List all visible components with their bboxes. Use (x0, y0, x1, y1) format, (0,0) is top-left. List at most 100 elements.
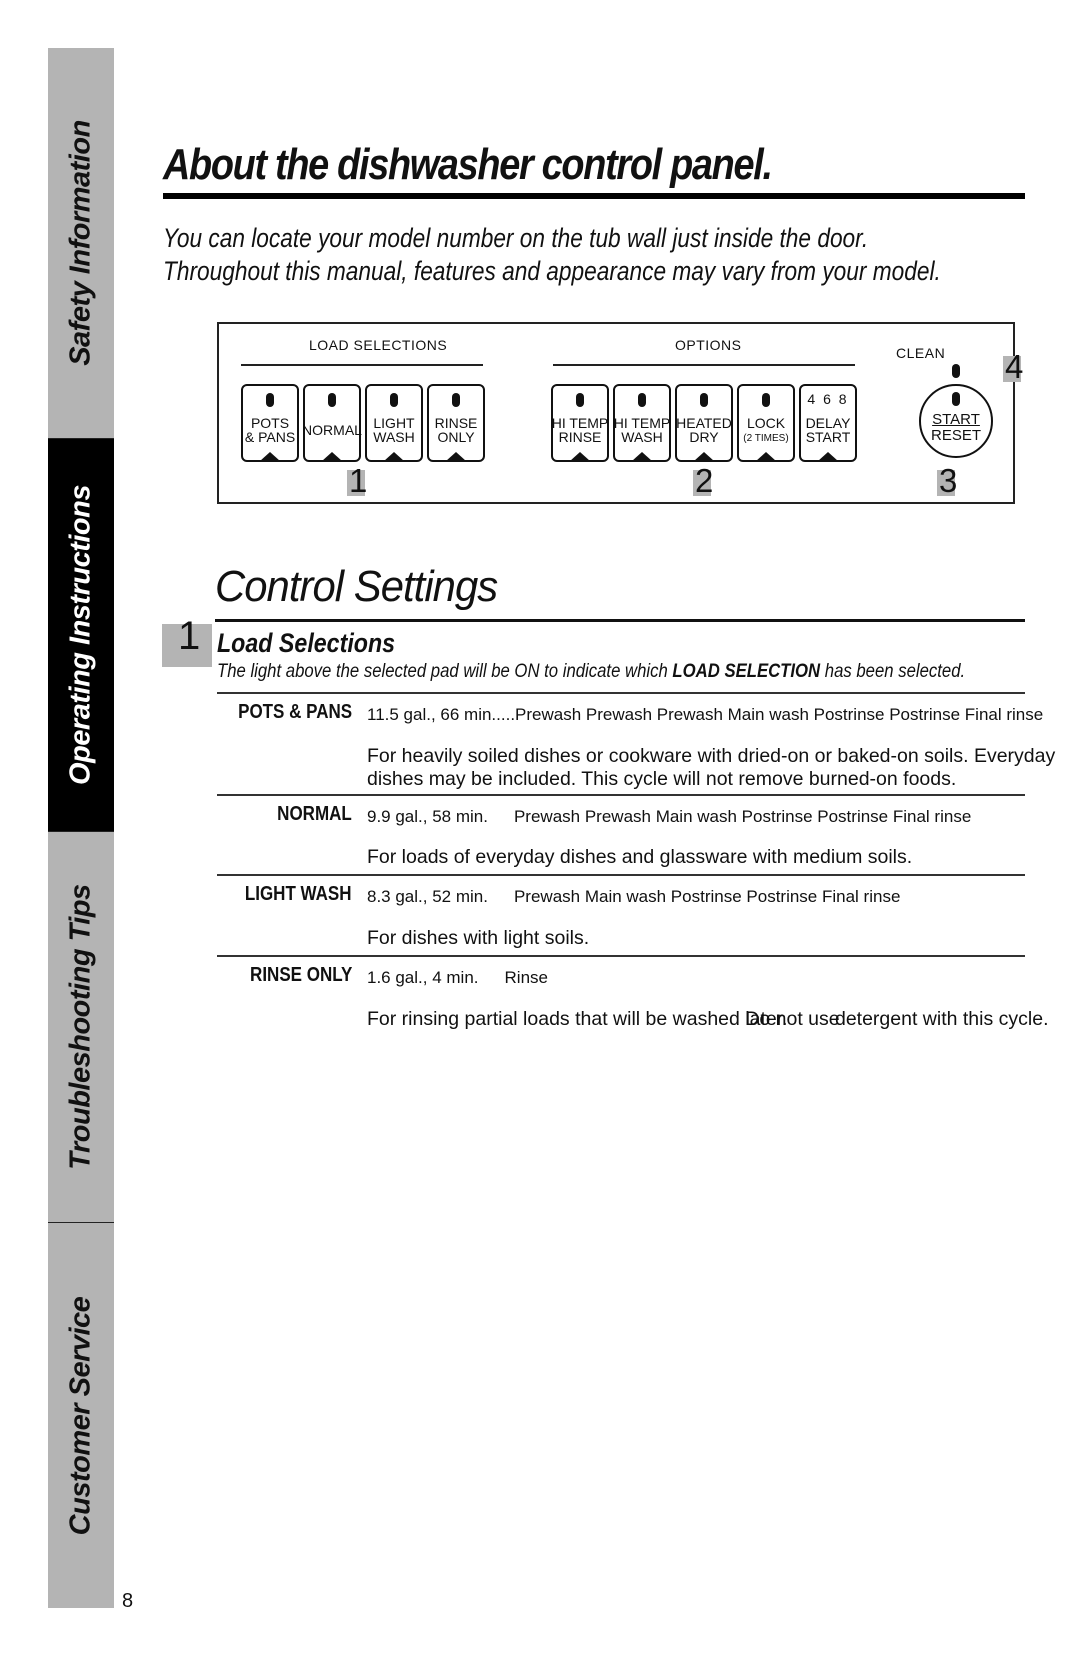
pad-hi-temp-rinse[interactable]: HI TEMP RINSE (551, 384, 609, 462)
cycle-name-pots-pans: POTS & PANS (238, 701, 352, 723)
pad-label-line1: LIGHT (373, 415, 415, 431)
tab-safety-information[interactable]: Safety Information (48, 48, 114, 439)
cycle-name-normal: NORMAL (277, 803, 352, 825)
indicator-light (700, 393, 708, 407)
cycle-desc-light-wash: For dishes with light soils. (367, 927, 590, 949)
pad-label-line1: HEATED (676, 415, 732, 431)
pad-delay-start[interactable]: 4 6 8 DELAY START (799, 384, 857, 462)
control-settings-title: Control Settings (215, 562, 498, 611)
tab-label: Troubleshooting Tips (64, 884, 97, 1170)
pad-label-line2: START (805, 429, 851, 445)
indicator-light (638, 393, 646, 407)
cycle-spec-light-wash: 8.3 gal., 52 min. Prewash Main wash Postr… (367, 887, 900, 907)
page-title: About the dishwasher control panel. (163, 140, 773, 189)
pad-label-line2: WASH (621, 429, 663, 445)
pad-label-line2: WASH (373, 429, 415, 445)
pad-rinse-only[interactable]: RINSE ONLY (427, 384, 485, 462)
tab-customer-service[interactable]: Customer Service (48, 1223, 114, 1608)
pad-arrow-icon (570, 452, 590, 461)
pad-label-line1: RINSE (434, 415, 478, 431)
cycle-steps: Prewash Main wash Postrinse Postrinse Fi… (513, 887, 901, 906)
pad-arrow-icon (756, 452, 776, 461)
tab-label: Customer Service (64, 1296, 97, 1535)
pad-label-line2: (2 TIMES) (743, 433, 789, 444)
indicator-light (576, 393, 584, 407)
tab-troubleshooting-tips[interactable]: Troubleshooting Tips (48, 832, 114, 1223)
pad-label-line1: NORMAL (302, 422, 362, 438)
title-divider (163, 193, 1025, 199)
section-number: 1 (178, 614, 201, 658)
intro-line-2: Throughout this manual, features and app… (163, 256, 941, 286)
cycle-water-time: 8.3 gal., 52 min. (367, 887, 488, 906)
tab-label: Operating Instructions (64, 485, 97, 785)
pad-arrow-icon (260, 452, 280, 461)
pad-normal[interactable]: NORMAL (302, 384, 362, 462)
pad-arrow-icon (322, 452, 342, 461)
callout-marker-2: 2 (693, 462, 714, 499)
cycle-name-rinse-only: RINSE ONLY (249, 964, 352, 986)
pad-label-line1: POTS (250, 415, 290, 431)
pad-label-line2: DRY (689, 429, 719, 445)
row-divider (217, 794, 1025, 796)
row-divider (217, 692, 1025, 694)
indicator-light (328, 393, 336, 407)
cycle-steps: Prewash Prewash Main wash Postrinse Post… (513, 807, 972, 826)
cycle-name-light-wash: LIGHT WASH (245, 883, 352, 905)
cycle-desc-normal: For loads of everyday dishes and glasswa… (367, 846, 913, 868)
pad-label-line2: ONLY (437, 429, 475, 445)
tab-label: Safety Information (64, 120, 97, 366)
cycle-steps: Rinse (504, 968, 548, 987)
pad-label-line1: HI TEMP (613, 415, 671, 431)
intro-text: You can locate your model number on the … (163, 222, 941, 288)
pad-arrow-icon (694, 452, 714, 461)
tab-operating-instructions[interactable]: Operating Instructions (48, 439, 114, 832)
pad-pots-pans[interactable]: POTS & PANS (241, 384, 299, 462)
clean-label: CLEAN (896, 345, 946, 361)
options-label: OPTIONS (675, 337, 742, 353)
callout-marker-4: 4 (1003, 348, 1024, 385)
cycle-water-time: 9.9 gal., 58 min. (367, 807, 488, 826)
section-tabs: Safety Information Operating Instruction… (48, 48, 114, 1608)
pad-lock[interactable]: LOCK (2 TIMES) (737, 384, 795, 462)
cycle-desc-rinse-only: For rinsing partial loads that will be w… (367, 1008, 1049, 1030)
indicator-light (390, 393, 398, 407)
cycle-water-time: 11.5 gal., 66 min..... (367, 705, 516, 724)
callout-marker-1: 1 (347, 462, 368, 499)
control-settings-divider (215, 619, 1025, 622)
cycle-water-time: 1.6 gal., 4 min. (367, 968, 479, 987)
delay-hours-indicators: 4 6 8 (807, 391, 849, 407)
page-number: 8 (122, 1590, 134, 1612)
cycle-spec-normal: 9.9 gal., 58 min. Prewash Prewash Main wa… (367, 807, 971, 827)
row-divider (217, 955, 1025, 957)
section-title: Load Selections (217, 628, 396, 658)
load-selections-label: LOAD SELECTIONS (309, 337, 448, 353)
pad-hi-temp-wash[interactable]: HI TEMP WASH (613, 384, 671, 462)
pad-arrow-icon (632, 452, 652, 461)
pad-light-wash[interactable]: LIGHT WASH (365, 384, 423, 462)
pad-arrow-icon (446, 452, 466, 461)
indicator-light (762, 393, 770, 407)
cycle-steps: Prewash Prewash Prewash Main wash Postri… (515, 705, 1044, 724)
load-selections-rule (241, 364, 483, 366)
start-reset-button[interactable]: START RESET (919, 384, 993, 458)
intro-line-1: You can locate your model number on the … (163, 223, 869, 253)
reset-label: RESET (930, 427, 981, 444)
pad-arrow-icon (818, 452, 838, 461)
row-divider (217, 874, 1025, 876)
pad-label-line1: HI TEMP (551, 415, 609, 431)
clean-indicator-light (952, 364, 960, 378)
pad-heated-dry[interactable]: HEATED DRY (675, 384, 733, 462)
options-rule (553, 364, 855, 366)
indicator-light (952, 392, 960, 406)
section-description: The light above the selected pad will be… (217, 661, 966, 682)
control-panel-diagram: LOAD SELECTIONS OPTIONS CLEAN POTS & PANS… (217, 322, 1023, 504)
cycle-desc-pots-pans: For heavily soiled dishes or cookware wi… (367, 745, 1056, 790)
pad-label-line1: DELAY (805, 415, 851, 431)
cycle-spec-rinse-only: 1.6 gal., 4 min. Rinse (367, 968, 548, 988)
start-label: START (932, 411, 980, 428)
pad-label-line2: & PANS (244, 429, 296, 445)
cycle-spec-pots-pans: 11.5 gal., 66 min.....Prewash Prewash Pr… (367, 705, 1043, 725)
indicator-light (266, 393, 274, 407)
pad-label-line2: RINSE (558, 429, 602, 445)
pad-arrow-icon (384, 452, 404, 461)
